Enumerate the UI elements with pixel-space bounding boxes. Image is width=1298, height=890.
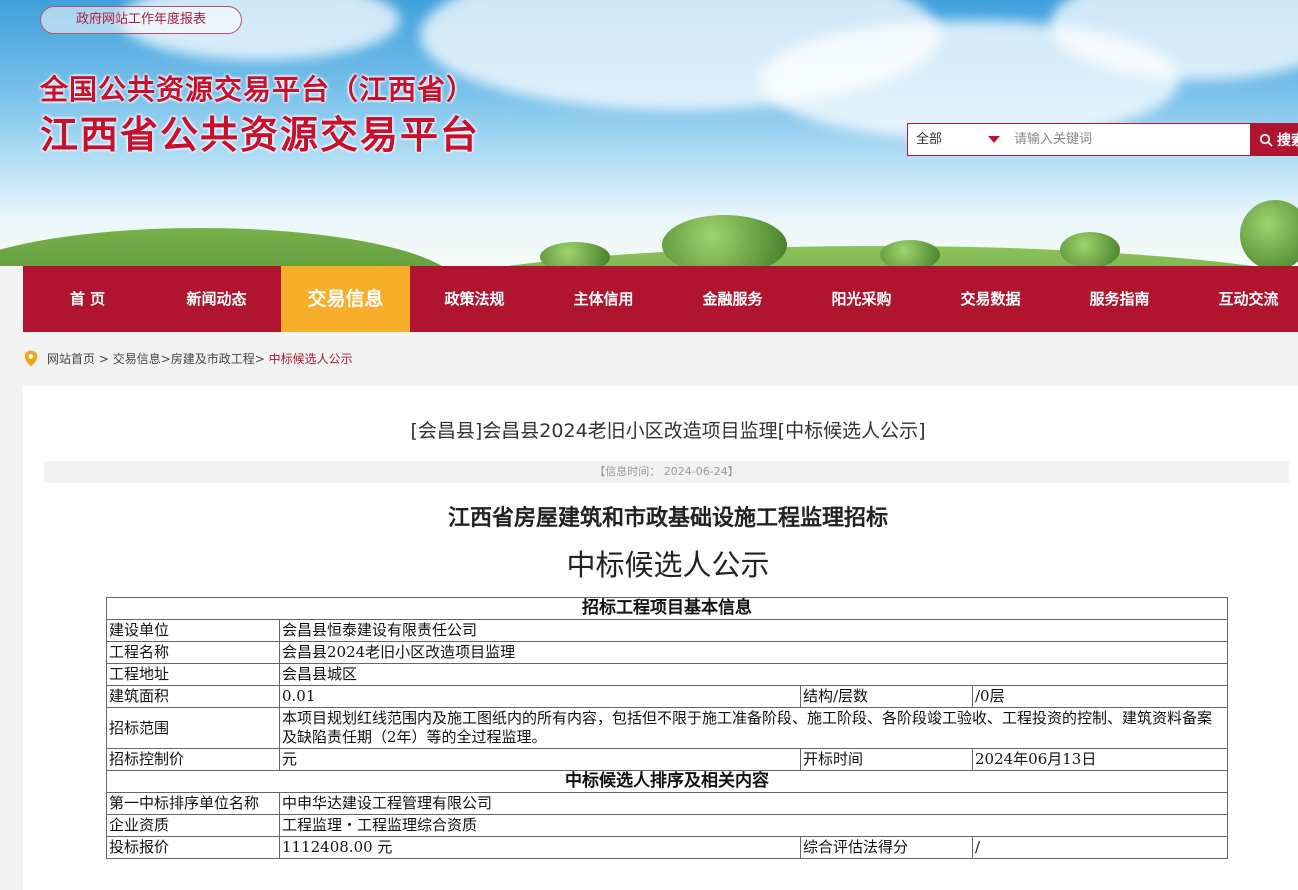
- field-value: 会昌县2024老旧小区改造项目监理: [279, 641, 1228, 664]
- table-row: 第一中标排序单位名称 中申华达建设工程管理有限公司: [106, 792, 1228, 815]
- field-label: 第一中标排序单位名称: [106, 792, 280, 815]
- header-banner: 政府网站工作年度报表 全国公共资源交易平台（江西省） 江西省公共资源交易平台 全…: [0, 0, 1298, 266]
- search-category-select[interactable]: 全部: [907, 123, 1006, 156]
- field-value: 2024年06月13日: [972, 748, 1228, 771]
- field-value: 0.01: [279, 685, 801, 708]
- field-label: 投标报价: [106, 836, 280, 859]
- tree: [540, 242, 610, 266]
- field-value: 1112408.00 元: [279, 836, 801, 859]
- table-row: 招标范围 本项目规划红线范围内及施工图纸内的所有内容，包括但不限于施工准备阶段、…: [106, 707, 1228, 749]
- hill: [380, 246, 1298, 266]
- search-icon: [1259, 133, 1273, 147]
- nav-trade-data[interactable]: 交易数据: [926, 266, 1055, 332]
- field-label: 建设单位: [106, 619, 280, 642]
- tree: [880, 240, 940, 266]
- breadcrumb: 网站首页 > 交易信息 > 房建及市政工程 > 中标候选人公示: [24, 350, 353, 367]
- breadcrumb-home[interactable]: 网站首页: [47, 350, 95, 367]
- nav-news[interactable]: 新闻动态: [152, 266, 281, 332]
- breadcrumb-trade-info[interactable]: 交易信息: [113, 350, 161, 367]
- field-value: 中申华达建设工程管理有限公司: [279, 792, 1228, 815]
- article-panel: [会昌县]会昌县2024老旧小区改造项目监理[中标候选人公示] 【信息时间： 2…: [23, 386, 1298, 890]
- search-button-label: 搜索: [1277, 132, 1298, 149]
- nav-finance[interactable]: 金融服务: [668, 266, 797, 332]
- field-value: 会昌县恒泰建设有限责任公司: [279, 619, 1228, 642]
- breadcrumb-category[interactable]: 房建及市政工程: [171, 350, 255, 367]
- field-value: 元: [279, 748, 801, 771]
- article-title: [会昌县]会昌县2024老旧小区改造项目监理[中标候选人公示]: [410, 420, 926, 442]
- table-row: 建设单位 会昌县恒泰建设有限责任公司: [106, 619, 1228, 642]
- table-row: 建筑面积 0.01 结构/层数 /0层: [106, 685, 1228, 708]
- section-header: 中标候选人排序及相关内容: [106, 770, 1228, 793]
- field-value: /: [972, 836, 1228, 859]
- hill: [0, 228, 460, 266]
- table-row: 工程名称 会昌县2024老旧小区改造项目监理: [106, 641, 1228, 664]
- search-category-label: 全部: [916, 132, 943, 147]
- main-nav: 首 页 新闻动态 交易信息 政策法规 主体信用 金融服务 阳光采购 交易数据 服…: [23, 266, 1298, 332]
- chevron-down-icon: [988, 136, 1000, 143]
- doc-subtitle: 中标候选人公示: [566, 548, 770, 582]
- logo-line2: 江西省公共资源交易平台: [40, 112, 481, 157]
- table-row: 中标候选人排序及相关内容: [106, 770, 1228, 793]
- field-label: 企业资质: [106, 814, 280, 837]
- nav-home[interactable]: 首 页: [23, 266, 152, 332]
- search-input[interactable]: [1006, 123, 1250, 156]
- search-button[interactable]: 搜索: [1250, 123, 1298, 156]
- field-label: 综合评估法得分: [800, 836, 973, 859]
- bid-info-table: 招标工程项目基本信息 建设单位 会昌县恒泰建设有限责任公司 工程名称 会昌县20…: [106, 597, 1228, 859]
- annual-report-link[interactable]: 政府网站工作年度报表: [40, 6, 242, 34]
- breadcrumb-current: 中标候选人公示: [268, 352, 353, 366]
- breadcrumb-separator: >: [160, 351, 171, 366]
- location-pin-icon: [24, 350, 38, 367]
- nav-credit[interactable]: 主体信用: [539, 266, 668, 332]
- nav-trade-info[interactable]: 交易信息: [281, 266, 410, 332]
- doc-title: 江西省房屋建筑和市政基础设施工程监理招标: [447, 505, 888, 531]
- nav-policy[interactable]: 政策法规: [410, 266, 539, 332]
- breadcrumb-separator: >: [95, 351, 113, 366]
- tree: [1240, 200, 1298, 266]
- field-label: 工程名称: [106, 641, 280, 664]
- tree: [662, 215, 787, 266]
- field-value: 工程监理・工程监理综合资质: [279, 814, 1228, 837]
- search-bar: 全部 搜索: [907, 123, 1298, 156]
- nav-interaction[interactable]: 互动交流: [1184, 266, 1298, 332]
- breadcrumb-separator: >: [254, 351, 269, 366]
- nav-procurement[interactable]: 阳光采购: [797, 266, 926, 332]
- table-row: 投标报价 1112408.00 元 综合评估法得分 /: [106, 836, 1228, 859]
- field-label: 招标范围: [106, 707, 280, 749]
- field-label: 工程地址: [106, 663, 280, 686]
- field-label: 开标时间: [800, 748, 973, 771]
- field-label: 结构/层数: [800, 685, 973, 708]
- field-value: 本项目规划红线范围内及施工图纸内的所有内容，包括但不限于施工准备阶段、施工阶段、…: [279, 707, 1228, 749]
- tree: [1060, 232, 1120, 266]
- field-value: 会昌县城区: [279, 663, 1228, 686]
- logo-line1: 全国公共资源交易平台（江西省）: [40, 73, 476, 106]
- field-label: 建筑面积: [106, 685, 280, 708]
- table-row: 工程地址 会昌县城区: [106, 663, 1228, 686]
- nav-guide[interactable]: 服务指南: [1055, 266, 1184, 332]
- table-row: 企业资质 工程监理・工程监理综合资质: [106, 814, 1228, 837]
- table-row: 招标工程项目基本信息: [106, 597, 1228, 620]
- field-value: /0层: [972, 685, 1228, 708]
- section-header: 招标工程项目基本信息: [106, 597, 1228, 620]
- info-time: 【信息时间： 2024-06-24】: [44, 461, 1289, 483]
- table-row: 招标控制价 元 开标时间 2024年06月13日: [106, 748, 1228, 771]
- field-label: 招标控制价: [106, 748, 280, 771]
